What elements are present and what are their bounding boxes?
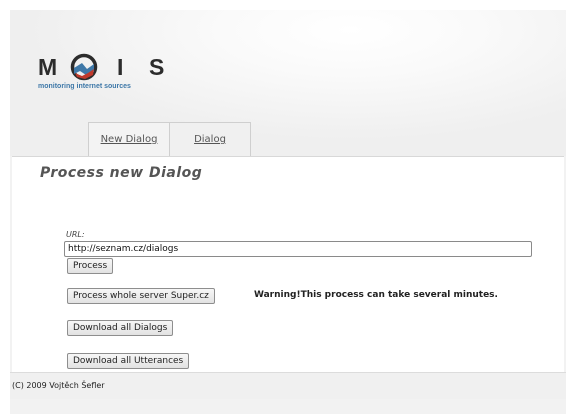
process-server-button[interactable]: Process whole server Super.cz [67,288,215,304]
logo-letter-m: M [38,54,57,80]
process-button[interactable]: Process [67,258,114,274]
warning-label: Warning!This process can take several mi… [254,290,498,300]
tab-new-dialog[interactable]: New Dialog [88,122,170,156]
logo-letter-s: S [149,54,164,80]
header: M I S monitoring internet sources New Di… [10,10,566,156]
url-input[interactable] [64,241,532,257]
footer: (C) 2009 Vojtěch Šefler [10,372,566,399]
page: M I S monitoring internet sources New Di… [10,10,566,414]
download-utterances-button[interactable]: Download all Utterances [67,353,190,369]
mois-logo: M I S monitoring internet sources [38,53,164,90]
page-title: Process new Dialog [40,165,203,181]
warning-text: Warning!This process can take several mi… [254,290,498,300]
tab-dialog-label[interactable]: Dialog [194,134,226,145]
tab-dialog[interactable]: Dialog [169,122,251,156]
tab-new-dialog-label[interactable]: New Dialog [101,134,158,145]
logo-tagline: monitoring internet sources [38,83,131,90]
download-dialogs-button[interactable]: Download all Dialogs [67,320,174,336]
url-label: URL: [66,230,85,239]
main-panel: Process new Dialog URL: Process Process … [12,156,564,373]
logo-letter-i: I [117,54,123,80]
copyright-text: (C) 2009 Vojtěch Šefler [12,381,105,390]
